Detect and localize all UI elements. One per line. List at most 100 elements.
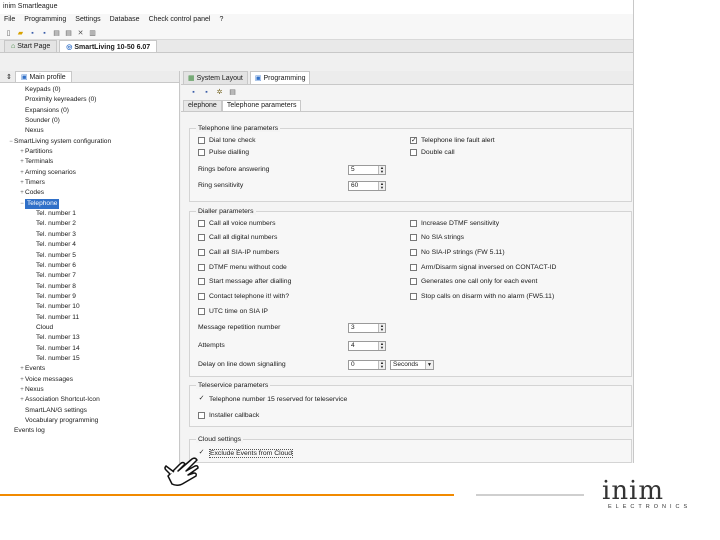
tree-item[interactable]: Tel. number 3	[0, 230, 179, 240]
close-icon[interactable]: ✕	[76, 29, 85, 38]
save-icon[interactable]: ▪	[28, 29, 37, 38]
utc-time-row[interactable]: UTC time on SIA IP	[198, 306, 268, 316]
stop-calls-row[interactable]: Stop calls on disarm with no alarm (FW5.…	[410, 291, 554, 301]
installer-callback-checkbox[interactable]	[198, 411, 205, 419]
tree-item[interactable]: Tel. number 1	[0, 209, 179, 219]
settings-icon[interactable]: ✲	[215, 88, 224, 97]
one-call-per-event-row[interactable]: Generates one call only for each event	[410, 276, 537, 286]
tree-item[interactable]: + Voice messages	[0, 375, 179, 385]
no-sia-row[interactable]: No SIA strings	[410, 232, 464, 242]
arm-disarm-inversed-row[interactable]: Arm/Disarm signal inversed on CONTACT-ID	[410, 262, 556, 272]
one-call-per-event-checkbox[interactable]	[410, 277, 417, 285]
menu-programming[interactable]: Programming	[24, 16, 66, 25]
tree-item[interactable]: Tel. number 14	[0, 344, 179, 354]
tree-item[interactable]: + Timers	[0, 178, 179, 188]
call-all-voice-checkbox[interactable]	[198, 219, 205, 227]
pulse-dialling-checkbox[interactable]	[198, 148, 205, 156]
tree-item[interactable]: Tel. number 6	[0, 261, 179, 271]
tree-item[interactable]: Tel. number 10	[0, 302, 179, 312]
double-call-row[interactable]: Double call	[410, 147, 455, 157]
no-sia-checkbox[interactable]	[410, 233, 417, 241]
save-all-icon[interactable]: ▪	[40, 29, 49, 38]
message-repetition-spinner[interactable]: 3 ▲ ▼	[348, 323, 386, 333]
call-all-sia-ip-row[interactable]: Call all SIA-IP numbers	[198, 247, 279, 257]
delay-line-down-spinner[interactable]: 0 ▲ ▼	[348, 360, 386, 370]
tree-item[interactable]: Tel. number 2	[0, 219, 179, 229]
tree-item[interactable]: + Codes	[0, 188, 179, 198]
tree-item[interactable]: + Nexus	[0, 385, 179, 395]
increase-dtmf-checkbox[interactable]	[410, 219, 417, 227]
tree-item[interactable]: + Events	[0, 364, 179, 374]
tab-telephone[interactable]: elephone	[183, 100, 222, 111]
tree-item[interactable]: Proximity keyreaders (0)	[0, 95, 179, 105]
start-message-checkbox[interactable]	[198, 277, 205, 285]
dial-tone-check-row[interactable]: Dial tone check	[198, 135, 255, 145]
tree-item[interactable]: + Partitions	[0, 147, 179, 157]
contact-telephone-checkbox[interactable]	[198, 292, 205, 300]
installer-callback-row[interactable]: Installer callback	[198, 410, 259, 420]
stop-calls-checkbox[interactable]	[410, 292, 417, 300]
menu-check-control-panel[interactable]: Check control panel	[149, 16, 211, 25]
download-icon[interactable]: ▪	[189, 88, 198, 97]
print-preview-icon[interactable]: ▤	[64, 29, 73, 38]
tree-item[interactable]: Sounder (0)	[0, 116, 179, 126]
dial-tone-checkbox[interactable]	[198, 136, 205, 144]
print-icon[interactable]: ▤	[52, 29, 61, 38]
tree-item[interactable]: + Terminals	[0, 157, 179, 167]
tree-item[interactable]: Tel. number 8	[0, 282, 179, 292]
new-file-icon[interactable]: ▯	[4, 29, 13, 38]
call-all-digital-row[interactable]: Call all digital numbers	[198, 232, 277, 242]
tree-item[interactable]: + Association Shortcut-Icon	[0, 395, 179, 405]
spinner-arrows-icon[interactable]: ▲ ▼	[378, 324, 385, 332]
menu-file[interactable]: File	[4, 16, 15, 25]
start-message-row[interactable]: Start message after dialling	[198, 276, 291, 286]
menu-database[interactable]: Database	[110, 16, 140, 25]
increase-dtmf-row[interactable]: Increase DTMF sensitivity	[410, 218, 499, 228]
tree-item[interactable]: Events log	[0, 426, 179, 436]
tree-item[interactable]: Tel. number 13	[0, 333, 179, 343]
tab-system-layout[interactable]: ▦ System Layout	[183, 71, 248, 84]
tab-start-page[interactable]: ⌂ Start Page	[4, 40, 58, 52]
ring-sensitivity-spinner[interactable]: 60 ▲ ▼	[348, 181, 386, 191]
dtmf-menu-checkbox[interactable]	[198, 263, 205, 271]
tree-item[interactable]: SmartLAN/G settings	[0, 406, 179, 416]
attempts-spinner[interactable]: 4 ▲ ▼	[348, 341, 386, 351]
tree-item[interactable]: Tel. number 4	[0, 240, 179, 250]
spinner-arrows-icon[interactable]: ▲ ▼	[378, 361, 385, 369]
double-call-checkbox[interactable]	[410, 148, 417, 156]
spinner-arrows-icon[interactable]: ▲ ▼	[378, 182, 385, 190]
utc-time-checkbox[interactable]	[198, 307, 205, 315]
call-all-voice-row[interactable]: Call all voice numbers	[198, 218, 276, 228]
exclude-events-row[interactable]: ✓ Exclude Events from Cloud	[198, 448, 293, 458]
menu-help[interactable]: ?	[219, 16, 223, 25]
call-all-digital-checkbox[interactable]	[198, 233, 205, 241]
dtmf-menu-row[interactable]: DTMF menu without code	[198, 262, 287, 272]
menu-settings[interactable]: Settings	[75, 16, 100, 25]
tab-smartliving[interactable]: ◎ SmartLiving 10-50 6.07	[59, 40, 158, 52]
no-sia-ip-row[interactable]: No SIA-IP strings (FW 5.11)	[410, 247, 505, 257]
tab-main-profile[interactable]: ▣ Main profile	[14, 70, 72, 83]
delay-unit-select[interactable]: Seconds ▼	[390, 360, 434, 370]
tree-item[interactable]: Vocabulary programming	[0, 416, 179, 426]
tab-telephone-parameters[interactable]: Telephone parameters	[221, 100, 302, 111]
reserved-teleservice-checkbox[interactable]: ✓	[198, 395, 205, 403]
upload-icon[interactable]: ▪	[202, 88, 211, 97]
tab-programming[interactable]: ▣ Programming	[249, 71, 311, 84]
spinner-arrows-icon[interactable]: ▲ ▼	[378, 342, 385, 350]
spinner-arrows-icon[interactable]: ▲ ▼	[378, 166, 385, 174]
no-sia-ip-checkbox[interactable]	[410, 248, 417, 256]
rings-before-answering-spinner[interactable]: 5 ▲ ▼	[348, 165, 386, 175]
tree-item[interactable]: − Telephone	[0, 198, 179, 210]
chevron-down-icon[interactable]: ▼	[425, 361, 433, 369]
call-all-sia-ip-checkbox[interactable]	[198, 248, 205, 256]
tree-item[interactable]: Tel. number 5	[0, 251, 179, 261]
tree-item[interactable]: Tel. number 11	[0, 313, 179, 323]
tree-item[interactable]: Cloud	[0, 323, 179, 333]
print-page-icon[interactable]: ▤	[228, 88, 237, 97]
tree-item[interactable]: Tel. number 7	[0, 271, 179, 281]
arm-disarm-inversed-checkbox[interactable]	[410, 263, 417, 271]
line-fault-alert-checkbox[interactable]: ✓	[410, 136, 417, 144]
open-folder-icon[interactable]: ▰	[16, 29, 25, 38]
pin-icon[interactable]: ⇕	[6, 73, 12, 81]
tree-item[interactable]: Nexus	[0, 126, 179, 136]
